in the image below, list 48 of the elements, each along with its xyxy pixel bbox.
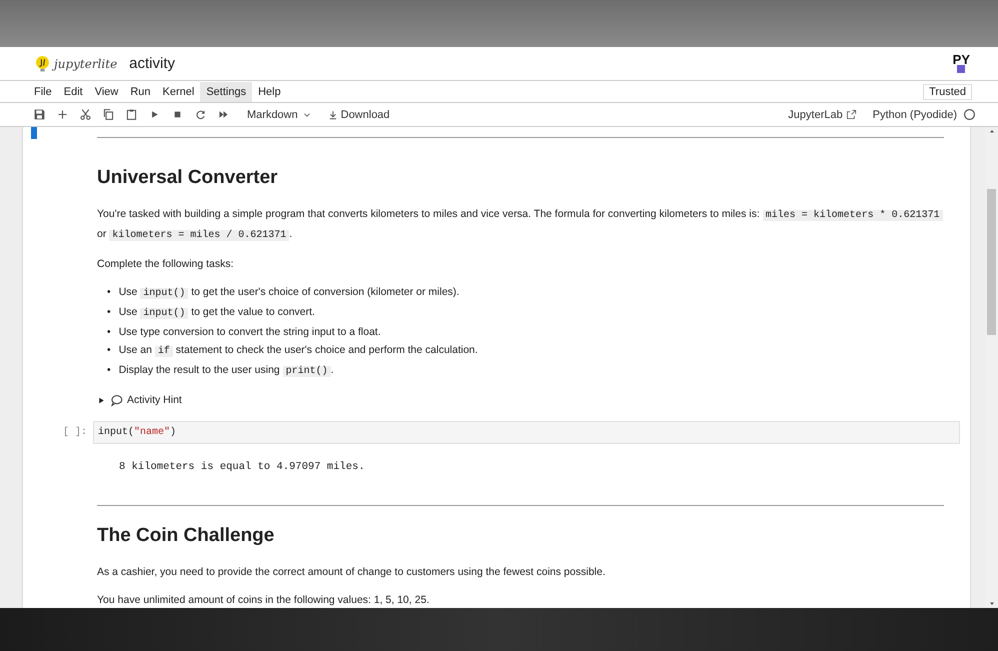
bullet: •	[107, 285, 111, 300]
scrollbar-thumb[interactable]	[987, 189, 996, 335]
scissors-icon	[79, 108, 92, 121]
menu-item[interactable]: File	[28, 82, 58, 102]
bullet: •	[107, 305, 111, 320]
menu-item[interactable]: Edit	[58, 82, 89, 102]
lightbulb-icon	[34, 54, 51, 73]
paragraph: As a cashier, you need to provide the correct amount of change to customers using the fewest coins possible.	[97, 565, 606, 580]
save-icon	[33, 108, 46, 121]
logo-text: jupyterlite	[54, 56, 118, 70]
paragraph: You have unlimited amount of coins in the following values: 1, 5, 10, 25.	[97, 593, 430, 608]
cell-output: 8 kilometers is equal to 4.97097 miles.	[118, 460, 366, 475]
list-item: Use input() to get the value to convert.	[118, 305, 315, 321]
clipboard-icon	[125, 108, 138, 121]
jupyterlab-link[interactable]: JupyterLab	[782, 108, 863, 122]
notebook-title: activity	[129, 55, 176, 72]
external-link-icon	[846, 109, 857, 120]
menu-item[interactable]: Settings	[200, 82, 252, 102]
restart-icon	[194, 108, 207, 121]
heading: Universal Converter	[97, 166, 279, 190]
speech-bubble-icon	[110, 394, 123, 406]
code-editor[interactable]: input("name")	[93, 421, 960, 444]
kernel-logo: PY	[952, 54, 970, 73]
plus-icon	[56, 108, 69, 121]
list-item: Use input() to get the user's choice of conversion (kilometer or miles).	[118, 285, 460, 301]
bullet: •	[107, 343, 111, 358]
paragraph: Complete the following tasks:	[97, 257, 235, 272]
download-icon	[328, 110, 338, 120]
bullet: •	[107, 363, 111, 378]
cell-type-dropdown[interactable]: Markdown	[243, 106, 316, 122]
download-button[interactable]: Download	[322, 108, 396, 122]
copy-icon	[102, 108, 115, 121]
caret-right-icon[interactable]	[97, 396, 106, 404]
list-item: Use type conversion to convert the string input to a float.	[118, 325, 381, 340]
details-summary[interactable]: Activity Hint	[127, 391, 182, 409]
list-item: Display the result to the user using print() .	[118, 363, 334, 379]
paragraph: You're tasked with building a simple program that converts kilometers to miles and vice versa. The formula for converting kilometers to miles is: miles = kilometers * 0.621371 or kilometers = miles / 0.621371 .	[97, 205, 944, 245]
trusted-indicator[interactable]: Trusted	[923, 84, 972, 100]
list-item: Use an if statement to check the user's choice and perform the calculation.	[118, 343, 478, 359]
menu-item[interactable]: Help	[252, 82, 287, 102]
scrollbar[interactable]	[985, 127, 998, 608]
heading: The Coin Challenge	[97, 524, 276, 548]
cell-prompt: [ ]:	[62, 426, 88, 440]
menu-item[interactable]: View	[88, 82, 124, 102]
menu-item[interactable]: Kernel	[156, 82, 200, 102]
bullet: •	[107, 325, 111, 340]
menu-item[interactable]: Run	[124, 82, 157, 102]
kernel-name[interactable]: Python (Pyodide)	[872, 108, 957, 120]
